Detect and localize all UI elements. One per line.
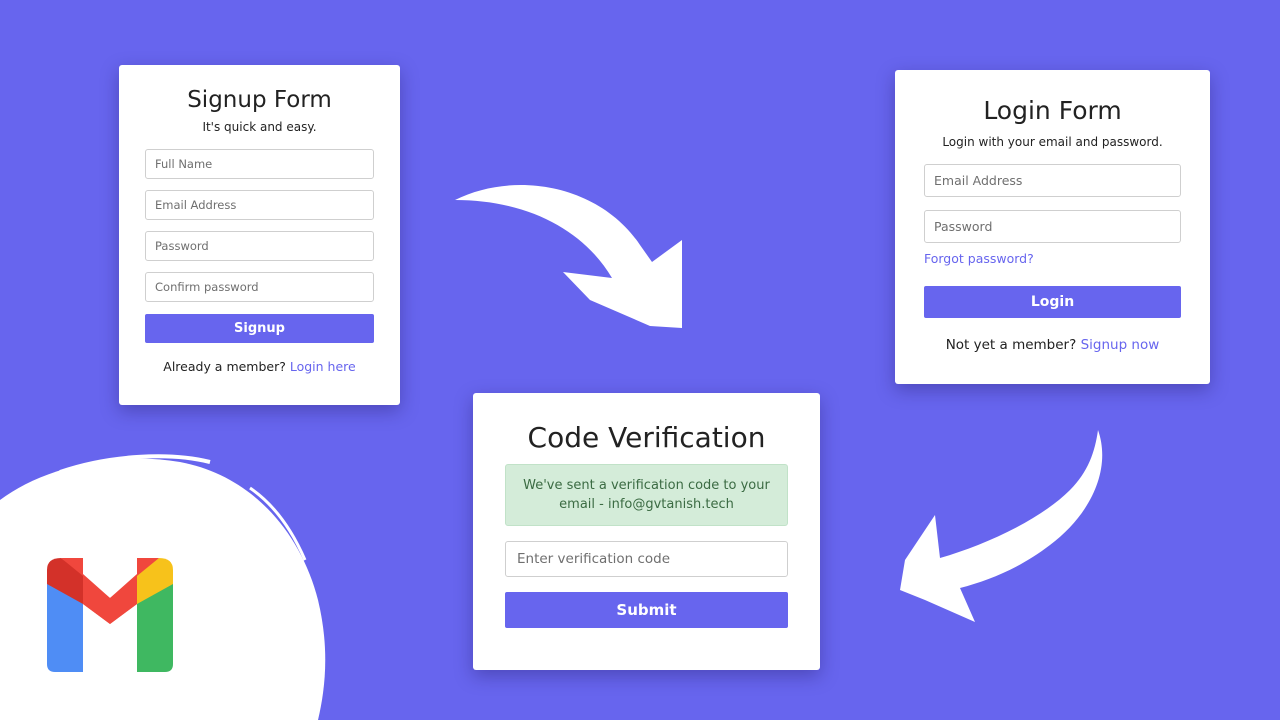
signup-button[interactable]: Signup (145, 314, 374, 343)
login-password-input[interactable] (924, 210, 1181, 243)
verification-title: Code Verification (527, 421, 766, 454)
verification-notice: We've sent a verification code to your e… (505, 464, 788, 526)
login-email-input[interactable] (924, 164, 1181, 197)
signup-form-card: Signup Form It's quick and easy. Signup … (119, 65, 400, 405)
submit-button[interactable]: Submit (505, 592, 788, 628)
forgot-password-link[interactable]: Forgot password? (924, 251, 1034, 266)
login-here-link[interactable]: Login here (290, 359, 356, 374)
signup-footer: Already a member? Login here (145, 359, 374, 374)
verification-code-input[interactable] (505, 541, 788, 577)
forgot-password-row: Forgot password? (924, 251, 1181, 267)
signup-now-link[interactable]: Signup now (1081, 337, 1160, 353)
login-title: Login Form (983, 96, 1122, 125)
login-subtitle: Login with your email and password. (942, 135, 1163, 149)
code-verification-card: Code Verification We've sent a verificat… (473, 393, 820, 670)
login-footer-text: Not yet a member? (945, 337, 1081, 353)
signup-email-input[interactable] (145, 190, 374, 220)
login-form-card: Login Form Login with your email and pas… (895, 70, 1210, 384)
signup-password-input[interactable] (145, 231, 374, 261)
notice-line-2: email - info@gvtanish.tech (559, 497, 734, 512)
confirm-password-input[interactable] (145, 272, 374, 302)
notice-line-1: We've sent a verification code to your (523, 478, 770, 493)
full-name-input[interactable] (145, 149, 374, 179)
signup-title: Signup Form (187, 87, 332, 113)
signup-footer-text: Already a member? (163, 359, 290, 374)
login-footer: Not yet a member? Signup now (924, 337, 1181, 353)
login-button[interactable]: Login (924, 286, 1181, 318)
signup-subtitle: It's quick and easy. (202, 120, 317, 134)
